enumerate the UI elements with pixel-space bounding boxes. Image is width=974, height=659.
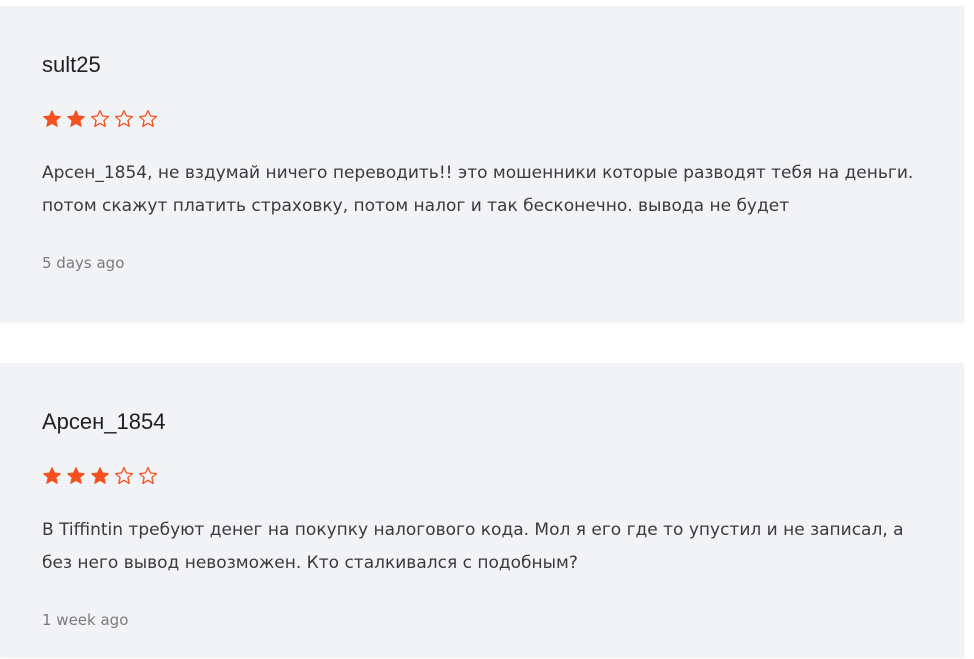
review-timestamp: 1 week ago	[42, 611, 129, 629]
star-filled-icon	[67, 110, 85, 127]
star-filled-icon	[67, 467, 85, 484]
star-rating	[42, 109, 158, 129]
star-rating	[42, 466, 158, 486]
star-outline-icon	[114, 109, 134, 128]
review-card: Арсен_1854 В Tiffintin требуют денег на …	[0, 363, 964, 657]
star-filled-icon	[43, 110, 61, 127]
review-author: sult25	[42, 52, 101, 77]
star-filled-icon	[91, 467, 109, 484]
review-text: Арсен_1854, не вздумай ничего переводить…	[42, 163, 914, 216]
star-outline-icon	[114, 466, 134, 485]
star-outline-icon	[138, 466, 158, 485]
review-timestamp: 5 days ago	[42, 254, 125, 272]
star-outline-icon	[138, 109, 158, 128]
review-card: sult25 Арсен_1854, не вздумай ничего пер…	[0, 6, 964, 322]
star-outline-icon	[90, 109, 110, 128]
star-filled-icon	[43, 467, 61, 484]
review-text: В Tiffintin требуют денег на покупку нал…	[42, 520, 904, 573]
review-author: Арсен_1854	[42, 409, 166, 434]
